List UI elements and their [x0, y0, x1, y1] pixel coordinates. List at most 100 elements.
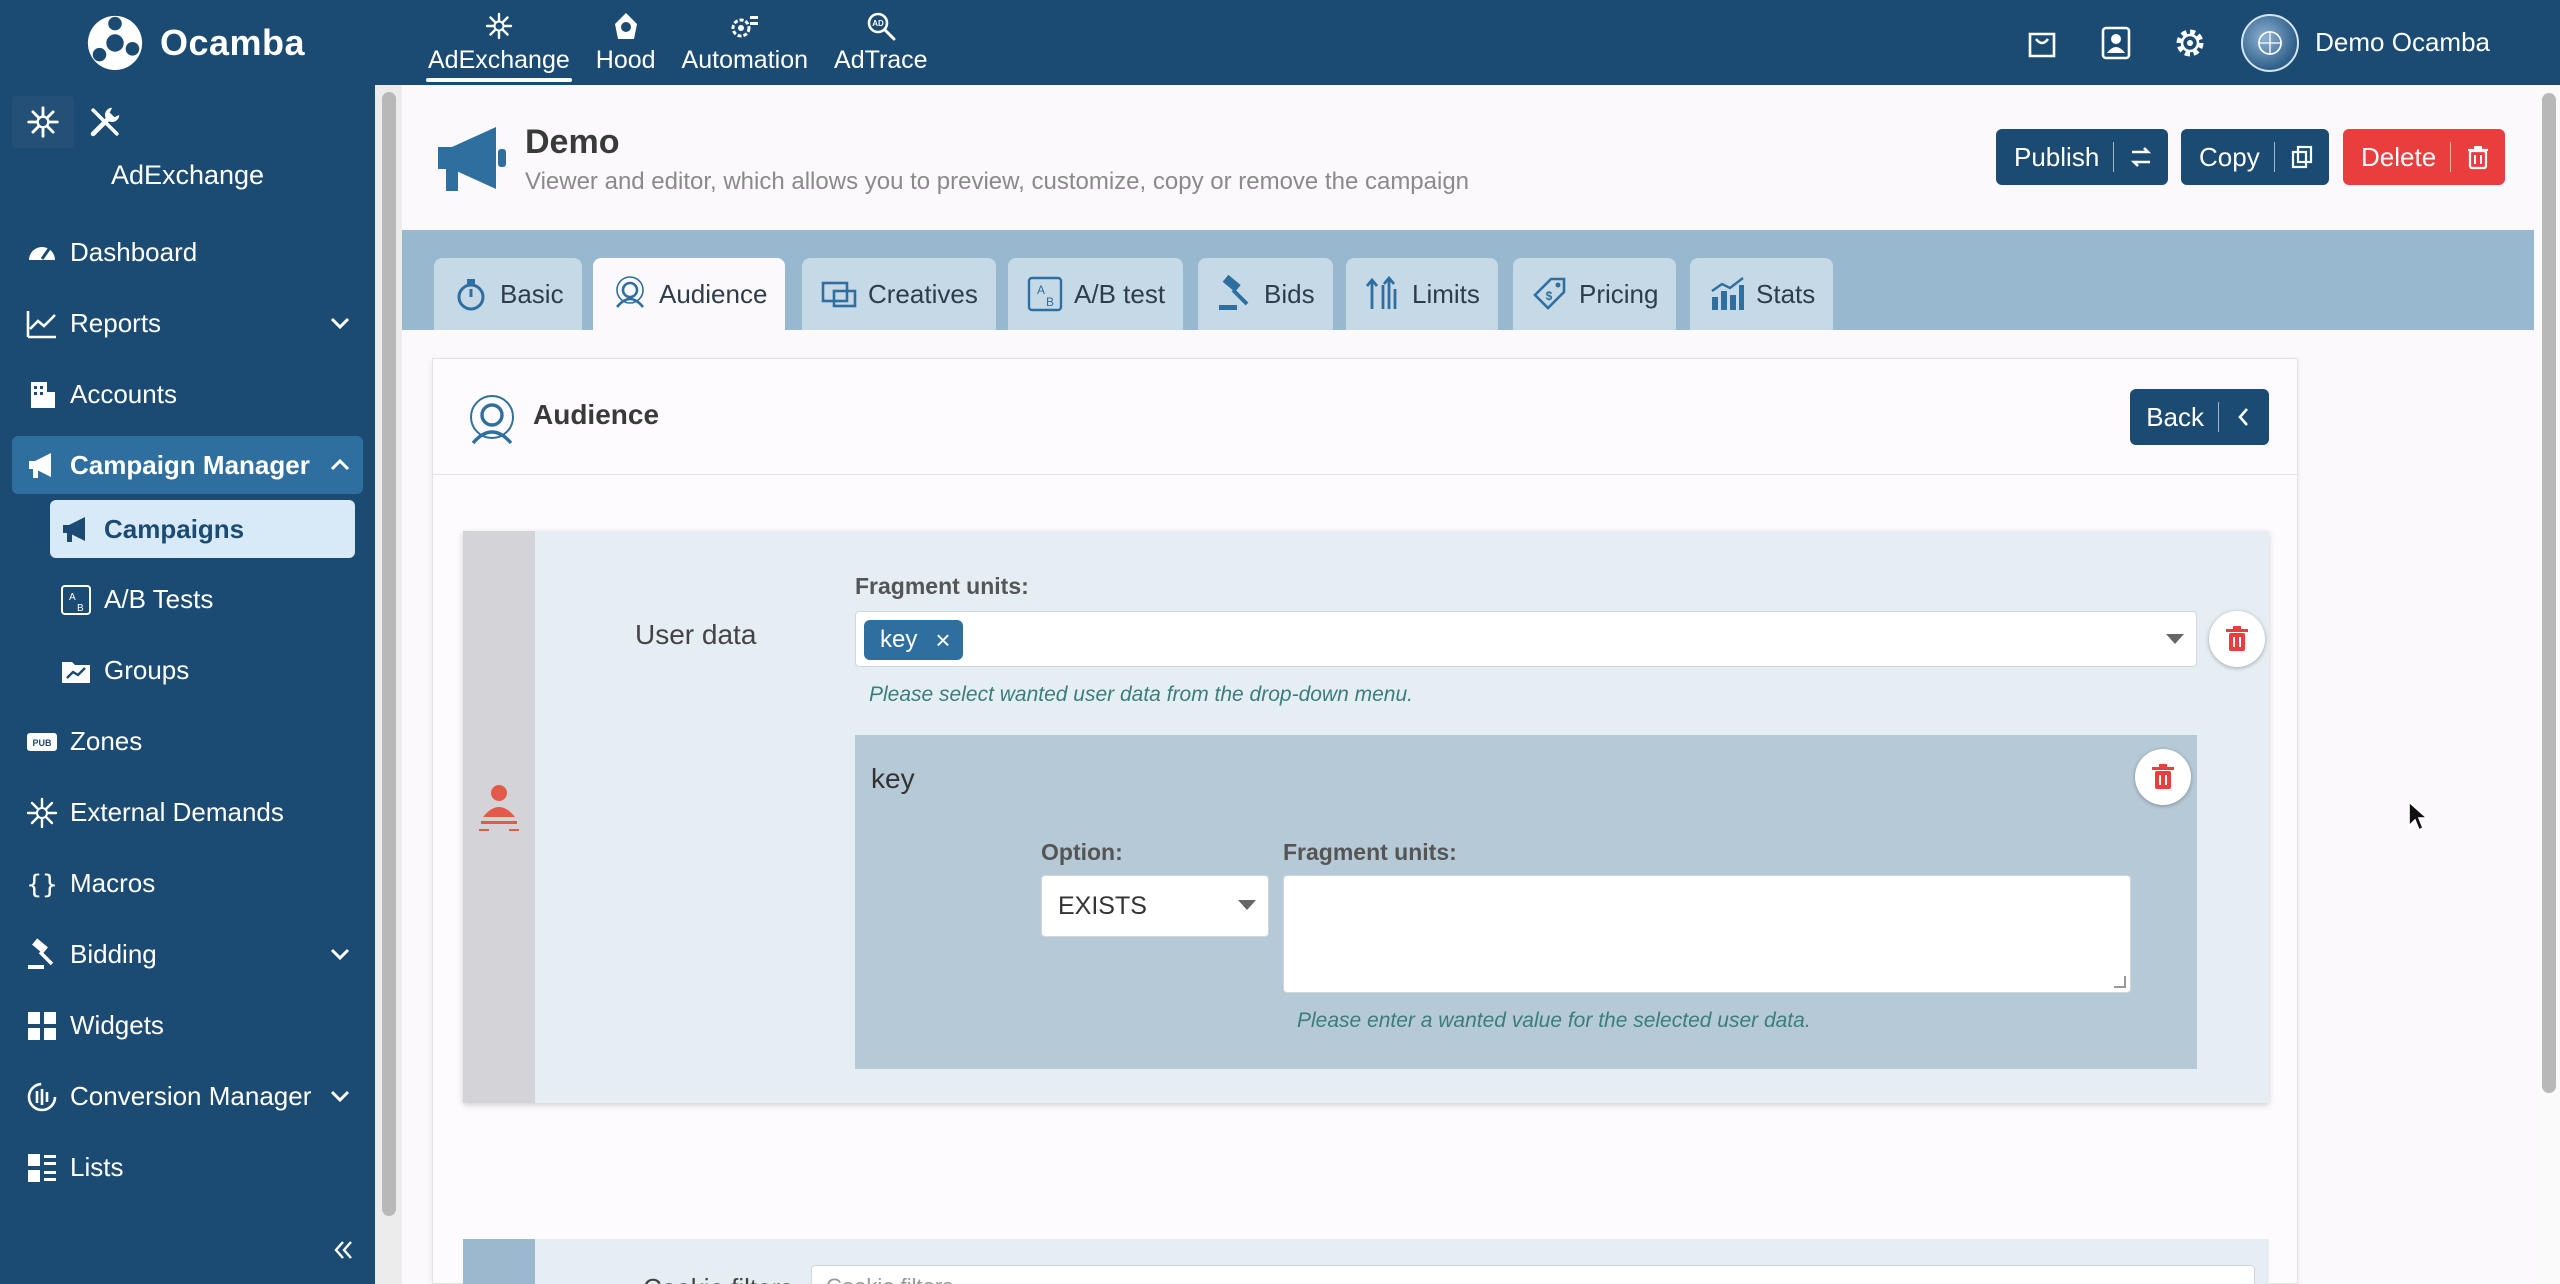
tab-bids[interactable]: Bids: [1198, 258, 1333, 330]
ab-test-icon: AB: [58, 582, 94, 618]
tab-ab-test[interactable]: AB A/B test: [1008, 258, 1184, 330]
cookie-filters-side-strip: [463, 1239, 535, 1284]
user-data-select[interactable]: key ×: [855, 611, 2197, 667]
conversion-icon: [24, 1079, 60, 1115]
topnav-adtrace[interactable]: AD AdTrace: [826, 0, 936, 85]
trash-icon: [2468, 146, 2489, 170]
fragment-units-label: Fragment units:: [855, 573, 1029, 599]
megaphone-icon: [58, 511, 94, 547]
chevron-down-icon: [330, 317, 350, 330]
option-select[interactable]: EXISTS: [1041, 875, 1269, 937]
dropdown-caret-icon[interactable]: [2166, 634, 2184, 644]
tab-creatives[interactable]: Creatives: [802, 258, 996, 330]
copy-button[interactable]: Copy: [2181, 129, 2329, 185]
key-block-title: key: [871, 763, 915, 794]
topnav-hood[interactable]: Hood: [588, 0, 664, 85]
delete-key-button[interactable]: [2135, 749, 2191, 805]
delete-user-data-button[interactable]: [2209, 611, 2265, 667]
back-button[interactable]: Back: [2130, 389, 2269, 445]
svg-text:B: B: [77, 603, 84, 614]
tab-basic[interactable]: Basic: [434, 258, 582, 330]
sidebar-item-campaign-manager[interactable]: Campaign Manager: [12, 436, 363, 494]
sidebar-item-groups[interactable]: Groups: [0, 635, 375, 706]
tabs-bar: Basic Audience Creatives AB A/B test Bid…: [402, 230, 2534, 330]
dashboard-icon: [24, 235, 60, 271]
megaphone-icon: [24, 447, 60, 483]
sidebar: AdExchange Dashboard Reports Accounts Ca…: [0, 85, 375, 1284]
brand[interactable]: Ocamba: [84, 8, 305, 78]
user-data-icon: [479, 785, 519, 831]
sidebar-item-macros[interactable]: {} Macros: [0, 848, 375, 919]
tab-limits[interactable]: Limits: [1346, 258, 1498, 330]
cookie-filters-input[interactable]: Cookie filters: [811, 1265, 2255, 1284]
contacts-icon[interactable]: [2093, 20, 2139, 66]
copy-icon: [2291, 145, 2312, 169]
sidebar-item-dashboard[interactable]: Dashboard: [0, 217, 375, 288]
svg-text:$: $: [1546, 289, 1553, 303]
tab-stats[interactable]: Stats: [1690, 258, 1834, 330]
user-name[interactable]: Demo Ocamba: [2315, 27, 2490, 58]
external-demands-icon: [24, 795, 60, 831]
audience-title: Audience: [533, 399, 660, 430]
swap-icon: [2131, 147, 2152, 167]
price-tag-icon: $: [1533, 277, 1566, 310]
hood-icon: [614, 13, 637, 39]
sidebar-item-campaigns[interactable]: Campaigns: [50, 500, 355, 558]
page-subtitle: Viewer and editor, which allows you to p…: [525, 168, 1470, 195]
delete-button[interactable]: Delete: [2343, 129, 2506, 185]
top-right-tools: Demo Ocamba: [2019, 0, 2560, 85]
user-data-block: User data Fragment units: key × Please s…: [463, 531, 2269, 1103]
settings-gear-icon[interactable]: [2167, 20, 2213, 66]
sidebar-item-external-demands[interactable]: External Demands: [0, 777, 375, 848]
remove-chip-icon[interactable]: ×: [935, 627, 950, 653]
sidebar-scrollbar[interactable]: [382, 92, 396, 1216]
audience-card-header: Audience Back: [433, 359, 2297, 475]
sidebar-mode-tools[interactable]: [74, 96, 136, 148]
fragment-units-textarea[interactable]: [1283, 875, 2131, 993]
audience-icon: [470, 395, 514, 445]
ocamba-logo-icon: [87, 15, 143, 71]
tab-audience[interactable]: Audience: [593, 258, 786, 330]
tools-icon: [90, 107, 120, 137]
sidebar-mode-adexchange[interactable]: [12, 96, 74, 148]
chevron-up-icon: [330, 458, 350, 471]
cart-icon[interactable]: [2019, 20, 2065, 66]
collapse-sidebar-icon[interactable]: [328, 1235, 358, 1265]
sidebar-item-widgets[interactable]: Widgets: [0, 990, 375, 1061]
resize-handle-icon[interactable]: [2114, 976, 2126, 988]
trash-icon: [2226, 626, 2248, 651]
megaphone-icon: [438, 127, 506, 191]
reports-icon: [24, 306, 60, 342]
sidebar-menu: Dashboard Reports Accounts Campaign Mana…: [0, 217, 375, 1203]
page-title: Demo: [525, 123, 620, 161]
svg-text:{}: {}: [26, 870, 57, 900]
topnav-automation[interactable]: Automation: [674, 0, 816, 85]
stats-icon: [1711, 277, 1744, 310]
topnav-adexchange[interactable]: AdExchange: [420, 0, 578, 85]
audience-icon: [615, 276, 645, 308]
pub-icon: PUB: [24, 724, 60, 760]
sidebar-item-ab-tests[interactable]: AB A/B Tests: [0, 564, 375, 635]
publish-button[interactable]: Publish: [1996, 129, 2169, 185]
avatar[interactable]: [2241, 13, 2300, 72]
svg-text:A: A: [69, 592, 76, 603]
avatar-globe-icon: [2258, 30, 2283, 55]
sidebar-item-reports[interactable]: Reports: [0, 288, 375, 359]
top-nav: AdExchange Hood Automation AD AdTrace: [420, 0, 946, 85]
svg-text:PUB: PUB: [32, 738, 52, 748]
tab-pricing[interactable]: $ Pricing: [1513, 258, 1677, 330]
cookie-filters-block: Cookie filters Cookie filters: [463, 1239, 2269, 1284]
braces-icon: {}: [24, 866, 60, 902]
svg-text:AD: AD: [872, 19, 884, 28]
audience-card: Audience Back User data Fragment units: …: [432, 358, 2298, 1284]
ab-test-icon: AB: [1027, 276, 1063, 312]
main-scrollbar[interactable]: [2542, 93, 2556, 1093]
sidebar-item-bidding[interactable]: Bidding: [0, 919, 375, 990]
sidebar-item-zones[interactable]: PUB Zones: [0, 706, 375, 777]
sidebar-item-conversion-manager[interactable]: Conversion Manager: [0, 1061, 375, 1132]
adtrace-icon: AD: [867, 12, 896, 41]
automation-icon: [731, 16, 758, 38]
stopwatch-icon: [457, 279, 485, 311]
sidebar-item-lists[interactable]: Lists: [0, 1132, 375, 1203]
sidebar-item-accounts[interactable]: Accounts: [0, 359, 375, 430]
